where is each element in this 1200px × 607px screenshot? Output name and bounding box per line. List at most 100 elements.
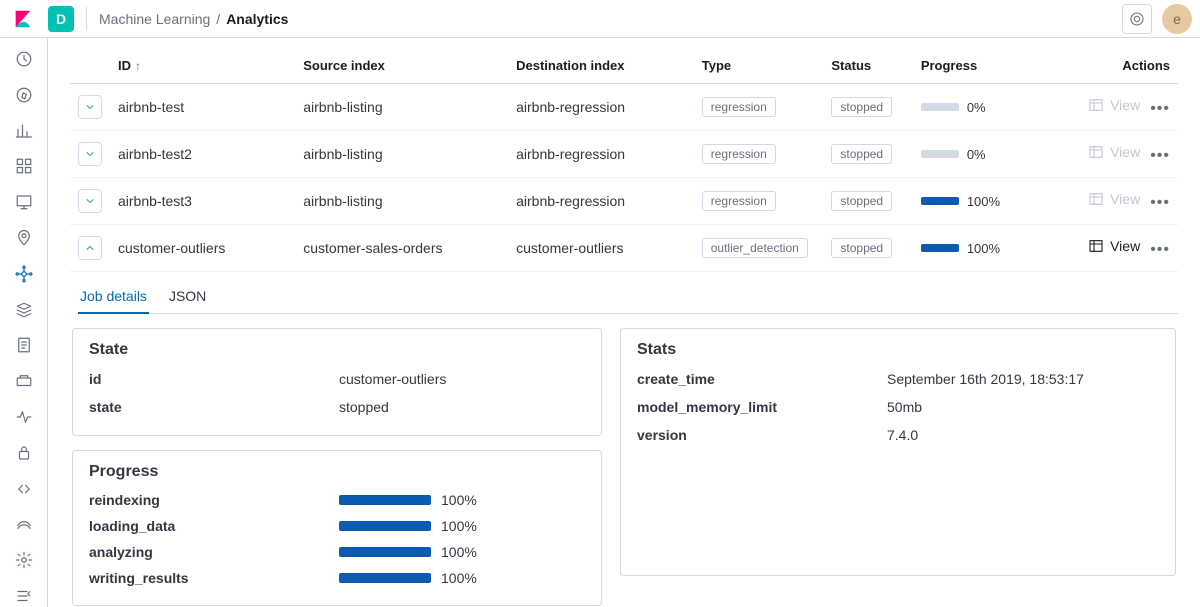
table-icon [1088, 191, 1104, 207]
row-menu-button[interactable]: ••• [1150, 147, 1170, 164]
table-header-row: ID↑ Source index Destination index Type … [70, 48, 1178, 84]
user-avatar[interactable]: e [1162, 4, 1192, 34]
state-panel: State idcustomer-outliersstatestopped [72, 328, 602, 436]
space-selector[interactable]: D [48, 6, 74, 32]
apm-icon[interactable] [13, 370, 35, 392]
progress-phase-label: loading_data [89, 518, 339, 534]
stats-version-value: 7.4.0 [887, 427, 918, 443]
progress-phase-label: analyzing [89, 544, 339, 560]
visualize-icon[interactable] [13, 120, 35, 142]
stats-panel: Stats create_timeSeptember 16th 2019, 18:… [620, 328, 1176, 576]
collapse-row-button[interactable] [78, 236, 102, 260]
cell-dest: airbnb-regression [508, 178, 694, 225]
maps-icon[interactable] [13, 227, 35, 249]
view-button[interactable]: View [1088, 238, 1140, 254]
table-row: airbnb-test3airbnb-listingairbnb-regress… [70, 178, 1178, 225]
stats-create-time-value: September 16th 2019, 18:53:17 [887, 371, 1084, 387]
canvas-icon[interactable] [13, 191, 35, 213]
progress-label: 0% [967, 147, 986, 162]
breadcrumb: Machine Learning / Analytics [99, 11, 288, 27]
progress-bar [921, 244, 959, 252]
expand-row-button[interactable] [78, 189, 102, 213]
dev-tools-icon[interactable] [13, 478, 35, 500]
stats-mem-label: model_memory_limit [637, 399, 887, 415]
progress-phase-pct: 100% [441, 570, 477, 586]
table-icon [1088, 144, 1104, 160]
col-id[interactable]: ID↑ [110, 48, 295, 84]
recent-icon[interactable] [13, 48, 35, 70]
col-actions: Actions [1070, 48, 1178, 84]
divider [86, 7, 87, 31]
stats-title: Stats [637, 341, 1159, 359]
tab-json[interactable]: JSON [167, 280, 208, 313]
expand-row-button[interactable] [78, 95, 102, 119]
side-nav [0, 38, 48, 607]
status-badge: stopped [831, 97, 892, 117]
state-id-label: id [89, 371, 339, 387]
progress-phase-bar [339, 495, 431, 505]
cell-dest: airbnb-regression [508, 131, 694, 178]
kibana-logo[interactable] [8, 4, 38, 34]
progress-phase-bar [339, 573, 431, 583]
view-button: View [1088, 191, 1140, 207]
col-progress[interactable]: Progress [913, 48, 1070, 84]
table-icon [1088, 97, 1104, 113]
table-icon [1088, 238, 1104, 254]
progress-label: 100% [967, 194, 1000, 209]
logs-icon[interactable] [13, 335, 35, 357]
space-letter: D [56, 11, 66, 27]
col-dest[interactable]: Destination index [508, 48, 694, 84]
infrastructure-icon[interactable] [13, 299, 35, 321]
cell-dest: customer-outliers [508, 225, 694, 272]
news-feed-button[interactable] [1122, 4, 1152, 34]
col-type[interactable]: Type [694, 48, 824, 84]
discover-icon[interactable] [13, 84, 35, 106]
stats-mem-value: 50mb [887, 399, 922, 415]
breadcrumb-sep: / [216, 11, 220, 27]
avatar-letter: e [1173, 11, 1181, 27]
progress-phase-bar [339, 547, 431, 557]
type-badge: regression [702, 144, 776, 164]
stats-create-time-label: create_time [637, 371, 887, 387]
progress-phase-label: reindexing [89, 492, 339, 508]
progress-panel: Progress reindexing 100% loading_data 100% an… [72, 450, 602, 606]
progress-phase-pct: 100% [441, 544, 477, 560]
status-badge: stopped [831, 191, 892, 211]
siem-icon[interactable] [13, 442, 35, 464]
table-row: airbnb-test2airbnb-listingairbnb-regress… [70, 131, 1178, 178]
breadcrumb-parent[interactable]: Machine Learning [99, 11, 210, 27]
row-menu-button[interactable]: ••• [1150, 241, 1170, 258]
ml-icon[interactable] [13, 263, 35, 285]
row-menu-button[interactable]: ••• [1150, 194, 1170, 211]
expand-row-button[interactable] [78, 142, 102, 166]
col-source[interactable]: Source index [295, 48, 508, 84]
state-title: State [89, 341, 585, 359]
dashboard-icon[interactable] [13, 155, 35, 177]
sort-ascending-icon: ↑ [135, 59, 141, 73]
type-badge: regression [702, 97, 776, 117]
stack-monitoring-icon[interactable] [13, 514, 35, 536]
collapse-icon[interactable] [13, 585, 35, 607]
state-state-label: state [89, 399, 339, 415]
progress-label: 100% [967, 241, 1000, 256]
col-status[interactable]: Status [823, 48, 912, 84]
tab-job-details[interactable]: Job details [78, 280, 149, 314]
cell-id: customer-outliers [110, 225, 295, 272]
management-icon[interactable] [13, 549, 35, 571]
breadcrumb-current: Analytics [226, 11, 288, 27]
progress-phase-pct: 100% [441, 518, 477, 534]
progress-title: Progress [89, 463, 585, 481]
uptime-icon[interactable] [13, 406, 35, 428]
top-bar: D Machine Learning / Analytics e [0, 0, 1200, 38]
analytics-jobs-table: ID↑ Source index Destination index Type … [70, 48, 1178, 607]
status-badge: stopped [831, 238, 892, 258]
state-state-value: stopped [339, 399, 389, 415]
cell-source: airbnb-listing [295, 84, 508, 131]
cell-id: airbnb-test3 [110, 178, 295, 225]
progress-phase-pct: 100% [441, 492, 477, 508]
cell-dest: airbnb-regression [508, 84, 694, 131]
type-badge: outlier_detection [702, 238, 808, 258]
row-menu-button[interactable]: ••• [1150, 100, 1170, 117]
view-button: View [1088, 144, 1140, 160]
state-id-value: customer-outliers [339, 371, 446, 387]
